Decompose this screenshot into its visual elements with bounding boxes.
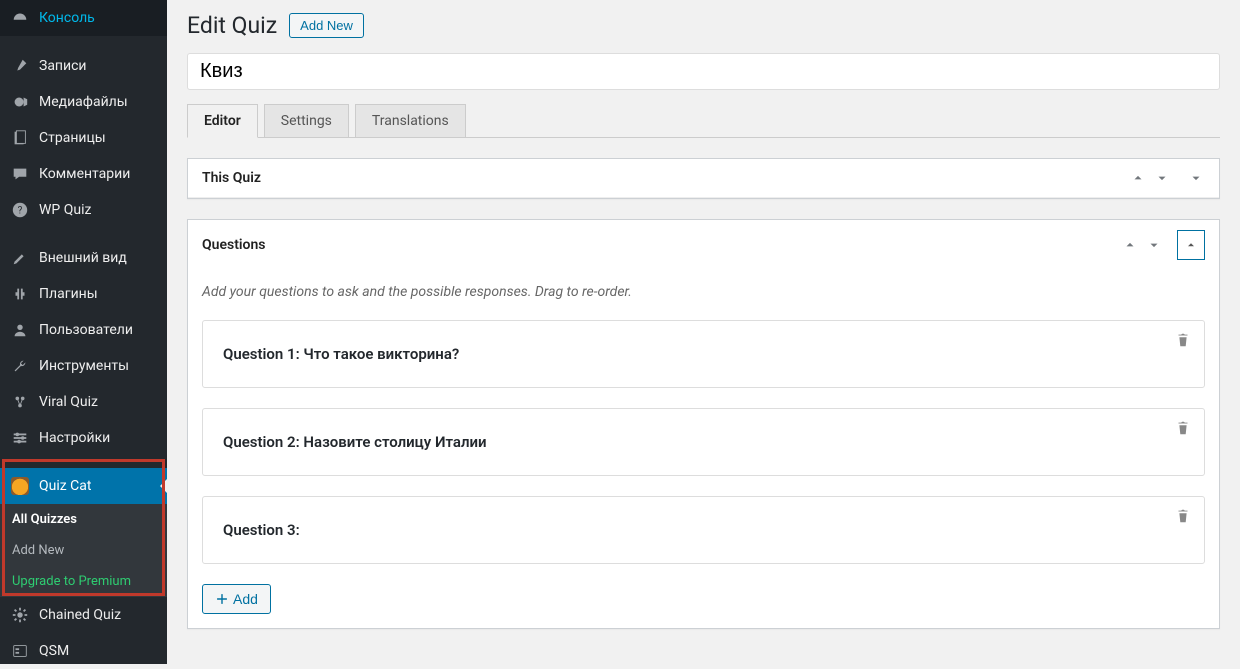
submenu-all-quizzes[interactable]: All Quizzes [0,504,167,535]
trash-icon[interactable] [1174,419,1192,437]
gear-icon [10,605,30,625]
questions-title: Questions [202,237,265,253]
move-down-icon[interactable] [1145,236,1163,254]
sidebar-item-settings[interactable]: Настройки [0,420,167,456]
tools-icon [10,356,30,376]
tab-settings[interactable]: Settings [264,104,349,138]
quiz-title-input[interactable] [187,53,1220,90]
tab-editor[interactable]: Editor [187,104,258,138]
sidebar-item-label: Viral Quiz [39,394,98,410]
submenu-upgrade[interactable]: Upgrade to Premium [0,566,167,597]
dashboard-icon [10,8,30,28]
tab-translations[interactable]: Translations [355,104,466,138]
sidebar-item-viralquiz[interactable]: Viral Quiz [0,384,167,420]
editor-tabs: Editor Settings Translations [187,104,1220,138]
move-down-icon[interactable] [1153,169,1171,187]
qsm-icon [10,641,30,661]
sidebar-item-label: Настройки [39,430,110,446]
add-question-button[interactable]: Add [202,584,271,614]
settings-icon [10,428,30,448]
admin-sidebar: Консоль Записи Медиафайлы Страницы Комме… [0,0,167,664]
sidebar-item-posts[interactable]: Записи [0,48,167,84]
help-icon: ? [10,200,30,220]
svg-text:?: ? [18,206,23,217]
sidebar-item-label: Плагины [39,286,98,302]
page-icon [10,128,30,148]
sidebar-item-label: QSM [39,643,69,659]
add-button-label: Add [233,591,258,607]
sidebar-item-wpquiz[interactable]: ? WP Quiz [0,192,167,228]
sidebar-item-label: Chained Quiz [39,607,121,623]
sidebar-item-users[interactable]: Пользователи [0,312,167,348]
move-up-icon[interactable] [1129,169,1147,187]
main-content: Edit Quiz Add New Editor Settings Transl… [167,0,1240,664]
sidebar-item-label: Внешний вид [39,250,127,266]
this-quiz-box: This Quiz [187,158,1220,199]
question-card[interactable]: Question 1: Что такое викторина? [202,320,1205,388]
sidebar-item-appearance[interactable]: Внешний вид [0,240,167,276]
sidebar-item-label: Инструменты [39,358,129,374]
sidebar-item-label: WP Quiz [39,202,91,218]
quizcat-submenu: All Quizzes Add New Upgrade to Premium [0,504,167,597]
sidebar-item-comments[interactable]: Комментарии [0,156,167,192]
this-quiz-title: This Quiz [202,170,261,186]
quizcat-icon [10,476,30,496]
sidebar-item-pages[interactable]: Страницы [0,120,167,156]
sidebar-item-quizcat[interactable]: Quiz Cat [0,468,167,504]
sidebar-item-label: Консоль [39,10,95,26]
sidebar-item-label: Страницы [39,130,106,146]
plugin-icon [10,284,30,304]
sidebar-item-media[interactable]: Медиафайлы [0,84,167,120]
viral-icon [10,392,30,412]
add-new-button[interactable]: Add New [289,13,364,38]
plus-icon [215,592,229,606]
sidebar-item-label: Пользователи [39,322,133,338]
questions-box: Questions Add your questions to ask and … [187,219,1220,629]
toggle-icon[interactable] [1187,169,1205,187]
sidebar-item-label: Комментарии [39,166,130,182]
sidebar-item-tools[interactable]: Инструменты [0,348,167,384]
sidebar-item-console[interactable]: Консоль [0,0,167,36]
question-card[interactable]: Question 3: [202,496,1205,564]
questions-hint: Add your questions to ask and the possib… [202,284,1205,300]
comment-icon [10,164,30,184]
move-up-icon[interactable] [1121,236,1139,254]
page-title: Edit Quiz [187,12,277,39]
question-card[interactable]: Question 2: Назовите столицу Италии [202,408,1205,476]
sidebar-item-chainedquiz[interactable]: Chained Quiz [0,597,167,633]
trash-icon[interactable] [1174,331,1192,349]
trash-icon[interactable] [1174,507,1192,525]
sidebar-item-label: Записи [39,58,87,74]
sidebar-item-label: Quiz Cat [39,478,91,494]
submenu-add-new[interactable]: Add New [0,535,167,566]
toggle-icon[interactable] [1177,230,1205,260]
question-title: Question 3: [223,521,300,539]
sidebar-item-plugins[interactable]: Плагины [0,276,167,312]
question-title: Question 2: Назовите столицу Италии [223,433,487,451]
pin-icon [10,56,30,76]
user-icon [10,320,30,340]
media-icon [10,92,30,112]
brush-icon [10,248,30,268]
sidebar-item-label: Медиафайлы [39,94,128,110]
question-title: Question 1: Что такое викторина? [223,345,459,363]
